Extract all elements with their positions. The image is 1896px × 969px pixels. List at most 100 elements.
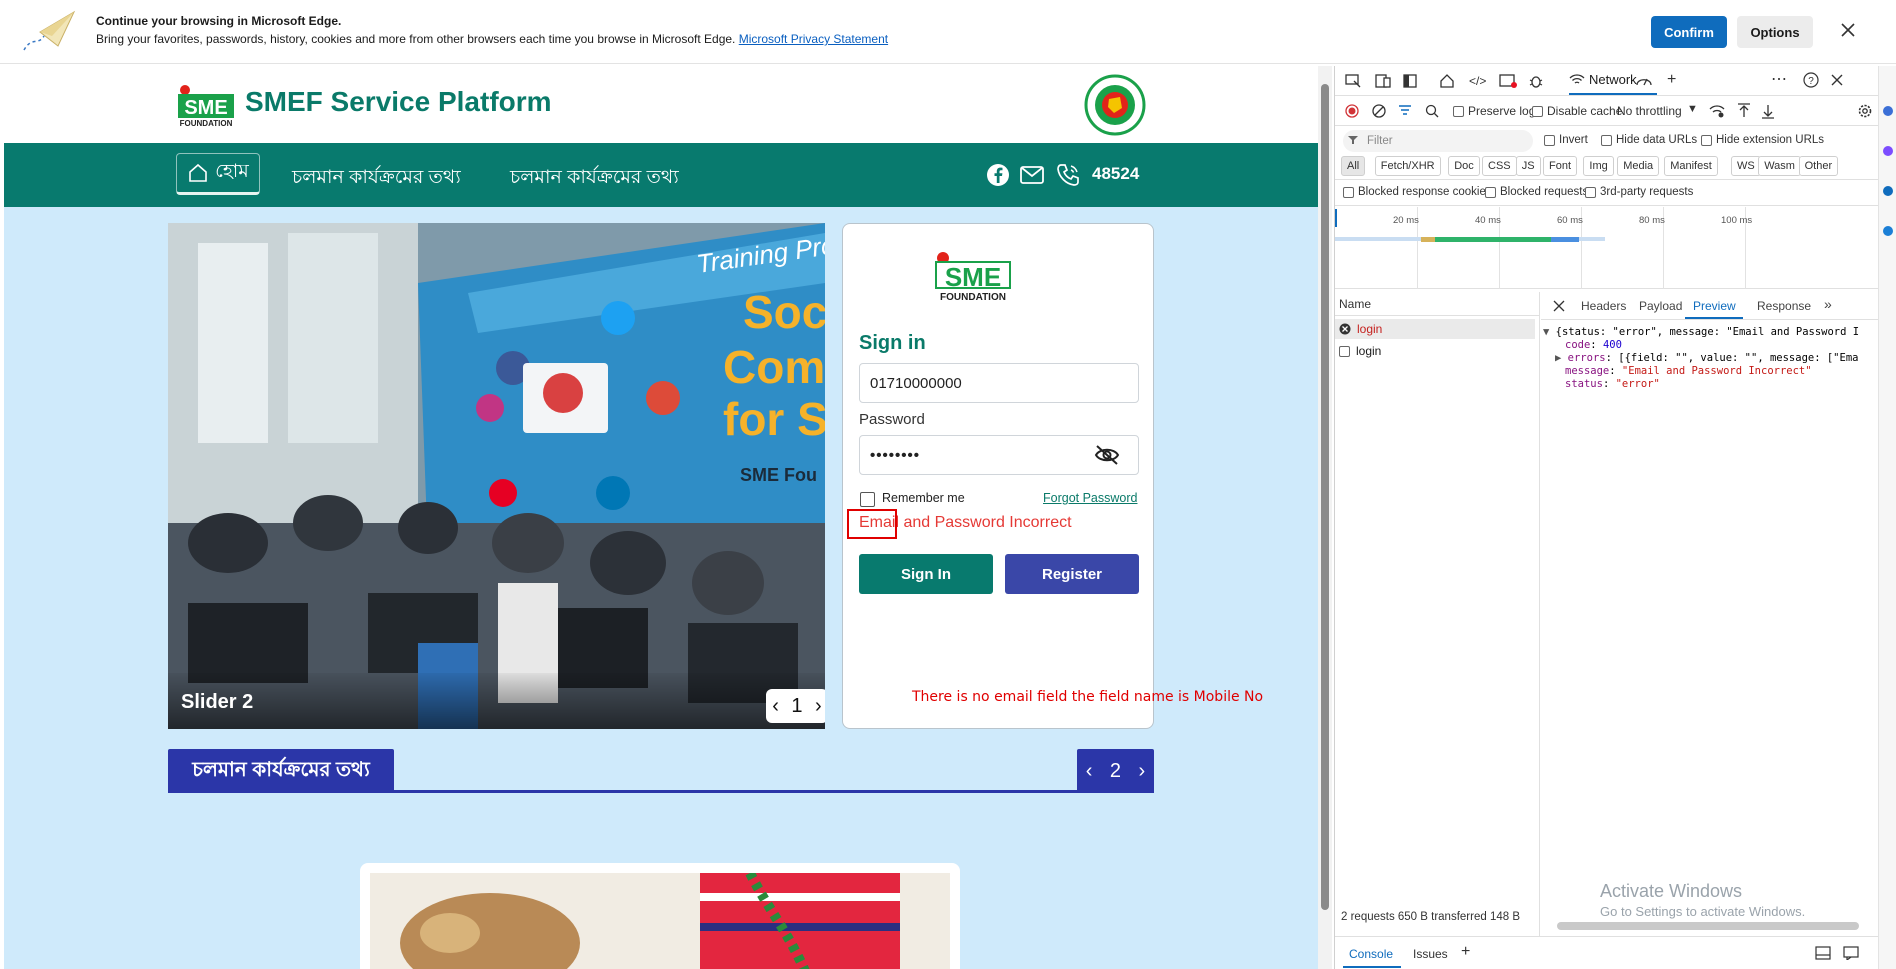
help-icon[interactable]: ? bbox=[1803, 72, 1819, 88]
close-detail-icon[interactable] bbox=[1553, 300, 1565, 312]
device-toolbar-icon[interactable] bbox=[1375, 74, 1391, 88]
type-chip-other[interactable]: Other bbox=[1798, 156, 1839, 176]
gear-icon[interactable] bbox=[1857, 103, 1873, 119]
phone-number[interactable]: 48524 bbox=[1092, 164, 1139, 184]
phone-icon[interactable] bbox=[1056, 163, 1082, 187]
logo-letters: SME bbox=[184, 97, 227, 119]
page-scrollbar-thumb[interactable] bbox=[1321, 84, 1329, 910]
type-chip-fetch-xhr[interactable]: Fetch/XHR bbox=[1374, 156, 1441, 176]
json-errors-line[interactable]: ▶ errors: [{field: "", value: "", messag… bbox=[1555, 352, 1858, 364]
blocked-cookies-checkbox[interactable] bbox=[1343, 187, 1354, 198]
download-icon[interactable] bbox=[1761, 103, 1775, 119]
chevron-right-icon[interactable]: › bbox=[815, 695, 822, 718]
options-button[interactable]: Options bbox=[1737, 16, 1813, 48]
password-label: Password bbox=[859, 411, 925, 428]
timeline-bar-download bbox=[1551, 237, 1579, 242]
remember-checkbox[interactable] bbox=[860, 492, 875, 507]
type-chip-font[interactable]: Font bbox=[1543, 156, 1578, 176]
sidebar-app-icon[interactable] bbox=[1883, 106, 1893, 116]
bug-icon[interactable] bbox=[1529, 73, 1543, 89]
type-chip-js[interactable]: JS bbox=[1515, 156, 1541, 176]
hide-data-urls-checkbox[interactable] bbox=[1601, 135, 1612, 146]
name-column-header[interactable]: Name bbox=[1335, 292, 1539, 316]
blocked-requests-checkbox[interactable] bbox=[1485, 187, 1496, 198]
inspect-icon[interactable] bbox=[1345, 74, 1361, 88]
section-page-number: 2 bbox=[1109, 759, 1122, 782]
network-conditions-icon[interactable] bbox=[1709, 104, 1725, 118]
more-icon[interactable]: ⋯ bbox=[1771, 69, 1787, 89]
network-timeline[interactable]: 20 ms 40 ms 60 ms 80 ms 100 ms bbox=[1335, 207, 1879, 289]
tab-response[interactable]: Response bbox=[1757, 299, 1811, 313]
confirm-button[interactable]: Confirm bbox=[1651, 16, 1727, 48]
request-row-1[interactable]: login bbox=[1335, 319, 1535, 339]
json-root-line[interactable]: ▼ {status: "error", message: "Email and … bbox=[1543, 326, 1859, 338]
mobile-input[interactable]: 01710000000 bbox=[859, 363, 1139, 403]
blocked-requests-label: Blocked requests bbox=[1500, 186, 1589, 198]
type-chip-all[interactable]: All bbox=[1341, 156, 1366, 176]
disable-cache-checkbox[interactable] bbox=[1532, 106, 1543, 117]
hide-extension-urls-checkbox[interactable] bbox=[1701, 135, 1712, 146]
dock-icon[interactable] bbox=[1403, 74, 1417, 88]
section-pager: ‹ 2 › bbox=[1077, 749, 1154, 793]
tab-console[interactable]: Console bbox=[1349, 947, 1393, 961]
annotation-note: There is no email field the field name i… bbox=[912, 689, 1264, 705]
sidebar-app-icon[interactable] bbox=[1883, 226, 1893, 236]
tab-console-indicator bbox=[1343, 966, 1401, 968]
eye-off-icon[interactable] bbox=[1094, 445, 1120, 465]
type-chip-ws[interactable]: WS bbox=[1731, 156, 1761, 176]
invert-checkbox[interactable] bbox=[1544, 135, 1555, 146]
close-devtools-icon[interactable] bbox=[1831, 74, 1843, 86]
console-icon[interactable] bbox=[1499, 74, 1517, 88]
clear-icon[interactable] bbox=[1372, 104, 1386, 118]
tab-payload[interactable]: Payload bbox=[1639, 299, 1682, 313]
tab-network[interactable]: Network bbox=[1589, 72, 1637, 87]
feedback-icon[interactable] bbox=[1843, 946, 1859, 960]
type-chip-wasm[interactable]: Wasm bbox=[1758, 156, 1801, 176]
close-icon[interactable] bbox=[1840, 22, 1856, 38]
filter-input[interactable]: Filter bbox=[1343, 130, 1533, 152]
upload-icon[interactable] bbox=[1737, 103, 1751, 119]
type-chip-doc[interactable]: Doc bbox=[1448, 156, 1480, 176]
sidebar-app-icon[interactable] bbox=[1883, 146, 1893, 156]
privacy-statement-link[interactable]: Microsoft Privacy Statement bbox=[739, 32, 888, 46]
nav-item-2[interactable]: চলমান কার্যক্রমের তথ্য bbox=[510, 163, 679, 195]
sidebar-app-icon[interactable] bbox=[1883, 186, 1893, 196]
mail-icon[interactable] bbox=[1020, 166, 1044, 184]
tab-issues[interactable]: Issues bbox=[1413, 947, 1448, 961]
type-chip-media[interactable]: Media bbox=[1617, 156, 1660, 176]
add-tab-icon[interactable]: + bbox=[1667, 71, 1676, 89]
third-party-checkbox[interactable] bbox=[1585, 187, 1596, 198]
sign-in-button[interactable]: Sign In bbox=[859, 554, 993, 594]
dock-drawer-icon[interactable] bbox=[1815, 946, 1831, 960]
add-drawer-tab-icon[interactable]: + bbox=[1461, 943, 1470, 961]
type-chip-css[interactable]: CSS bbox=[1482, 156, 1517, 176]
chevron-right-icon[interactable]: › bbox=[1139, 760, 1146, 783]
preserve-log-checkbox[interactable] bbox=[1453, 106, 1464, 117]
welcome-icon[interactable] bbox=[1439, 73, 1455, 89]
devtools-toolbar: </> Network + ⋯ ? bbox=[1335, 66, 1879, 96]
chevron-down-icon[interactable]: ▼ bbox=[1687, 103, 1698, 115]
throttling-select[interactable]: No throttling bbox=[1617, 104, 1682, 118]
type-chip-img[interactable]: Img bbox=[1583, 156, 1614, 176]
request-row-2[interactable]: login bbox=[1339, 341, 1381, 361]
record-icon[interactable] bbox=[1345, 104, 1359, 118]
filter-icon[interactable] bbox=[1397, 103, 1413, 119]
performance-icon[interactable] bbox=[1635, 73, 1653, 87]
chevron-double-right-icon[interactable]: » bbox=[1824, 296, 1832, 312]
page-scrollbar[interactable] bbox=[1318, 66, 1332, 969]
type-chip-manifest[interactable]: Manifest bbox=[1664, 156, 1718, 176]
remember-label: Remember me bbox=[882, 491, 965, 505]
elements-icon[interactable]: </> bbox=[1469, 74, 1486, 88]
search-icon[interactable] bbox=[1425, 104, 1439, 118]
tab-headers[interactable]: Headers bbox=[1581, 299, 1626, 313]
chevron-left-icon[interactable]: ‹ bbox=[1086, 760, 1093, 783]
timeline-tick-label: 20 ms bbox=[1393, 215, 1419, 226]
preview-h-scrollbar[interactable] bbox=[1557, 922, 1859, 930]
nav-home[interactable]: হোম bbox=[176, 153, 260, 195]
nav-item-1[interactable]: চলমান কার্যক্রমের তথ্য bbox=[292, 163, 461, 195]
facebook-icon[interactable] bbox=[986, 163, 1010, 187]
forgot-password-link[interactable]: Forgot Password bbox=[1043, 491, 1137, 505]
chevron-left-icon[interactable]: ‹ bbox=[772, 695, 779, 718]
tab-preview[interactable]: Preview bbox=[1693, 299, 1736, 313]
register-button[interactable]: Register bbox=[1005, 554, 1139, 594]
